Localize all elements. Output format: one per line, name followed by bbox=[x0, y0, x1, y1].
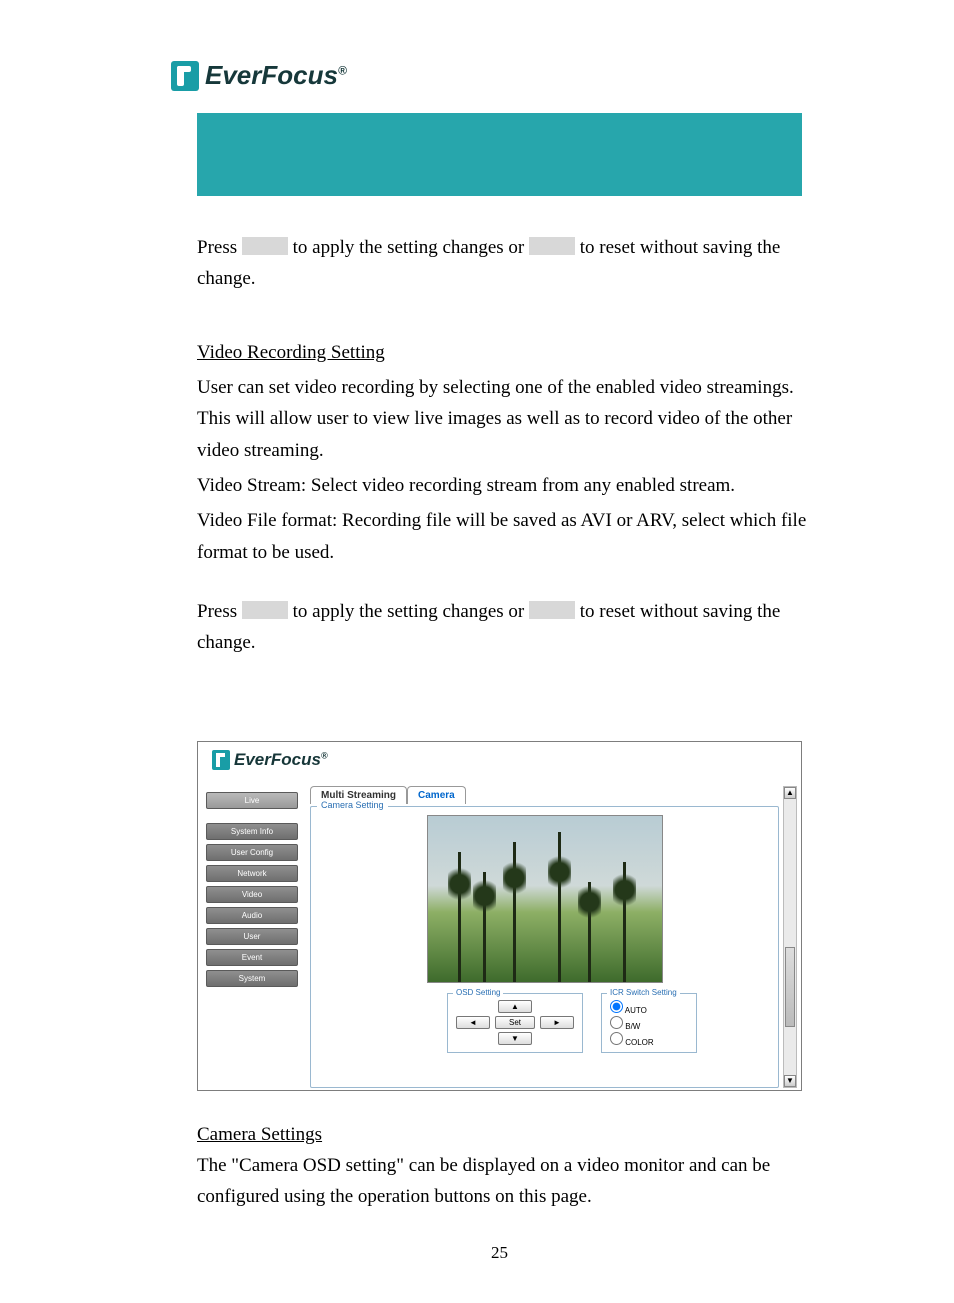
scroll-thumb[interactable] bbox=[785, 947, 795, 1027]
apply-button-placeholder bbox=[242, 237, 288, 255]
body-text: Video File format: Recording file will b… bbox=[197, 505, 824, 568]
osd-setting-group: OSD Setting ▲ ◄ Set ► ▼ bbox=[447, 993, 583, 1054]
app-header: EverFocus® bbox=[198, 742, 801, 778]
video-recording-heading: Video Recording Setting bbox=[197, 337, 824, 368]
scroll-down-button[interactable]: ▼ bbox=[784, 1075, 796, 1087]
fieldset-legend: Camera Setting bbox=[317, 800, 388, 810]
icr-bw-radio[interactable]: B/W bbox=[610, 1016, 688, 1032]
tab-camera[interactable]: Camera bbox=[407, 786, 466, 804]
brand-logo: EverFocus® bbox=[171, 60, 824, 91]
camera-preview bbox=[427, 815, 663, 983]
camera-setting-fieldset: Camera Setting OSD Setting ▲ ◄ Set bbox=[310, 806, 779, 1088]
reset-button-placeholder bbox=[529, 601, 575, 619]
embedded-screenshot: EverFocus® Live System Info User Config … bbox=[197, 741, 802, 1091]
logo-text: EverFocus® bbox=[205, 60, 347, 91]
sidebar: Live System Info User Config Network Vid… bbox=[206, 792, 298, 1088]
sidebar-item-network[interactable]: Network bbox=[206, 865, 298, 882]
sidebar-item-system[interactable]: System bbox=[206, 970, 298, 987]
sidebar-item-user-config[interactable]: User Config bbox=[206, 844, 298, 861]
page-number: 25 bbox=[175, 1243, 824, 1263]
sidebar-item-system-info[interactable]: System Info bbox=[206, 823, 298, 840]
logo-mark-icon bbox=[212, 750, 230, 770]
logo-mark-icon bbox=[171, 61, 199, 91]
osd-right-button[interactable]: ► bbox=[540, 1016, 574, 1029]
osd-set-button[interactable]: Set bbox=[495, 1016, 535, 1029]
scroll-up-button[interactable]: ▲ bbox=[784, 787, 796, 799]
body-text: The "Camera OSD setting" can be displaye… bbox=[197, 1150, 824, 1213]
osd-up-button[interactable]: ▲ bbox=[498, 1000, 532, 1013]
press-apply-paragraph-1: Press to apply the setting changes or to… bbox=[197, 232, 824, 295]
apply-button-placeholder bbox=[242, 601, 288, 619]
osd-left-button[interactable]: ◄ bbox=[456, 1016, 490, 1029]
press-apply-paragraph-2: Press to apply the setting changes or to… bbox=[197, 596, 824, 659]
icr-auto-radio[interactable]: AUTO bbox=[610, 1000, 688, 1016]
logo-text: EverFocus® bbox=[234, 750, 328, 770]
icr-legend: ICR Switch Setting bbox=[607, 988, 680, 997]
reset-button-placeholder bbox=[529, 237, 575, 255]
body-text: Video Stream: Select video recording str… bbox=[197, 470, 824, 501]
main-pane: Multi Streaming Camera Camera Setting OS… bbox=[298, 786, 783, 1088]
icr-color-radio[interactable]: COLOR bbox=[610, 1032, 688, 1048]
sidebar-item-video[interactable]: Video bbox=[206, 886, 298, 903]
sidebar-item-live[interactable]: Live bbox=[206, 792, 298, 809]
osd-down-button[interactable]: ▼ bbox=[498, 1032, 532, 1045]
sidebar-item-event[interactable]: Event bbox=[206, 949, 298, 966]
body-text: User can set video recording by selectin… bbox=[197, 372, 824, 466]
icr-switch-group: ICR Switch Setting AUTO B/W COLOR bbox=[601, 993, 697, 1054]
sidebar-item-audio[interactable]: Audio bbox=[206, 907, 298, 924]
decorative-bar bbox=[197, 113, 802, 196]
vertical-scrollbar[interactable]: ▲ ▼ bbox=[783, 786, 797, 1088]
camera-settings-heading: Camera Settings bbox=[197, 1119, 824, 1150]
sidebar-item-user[interactable]: User bbox=[206, 928, 298, 945]
osd-legend: OSD Setting bbox=[453, 988, 503, 997]
